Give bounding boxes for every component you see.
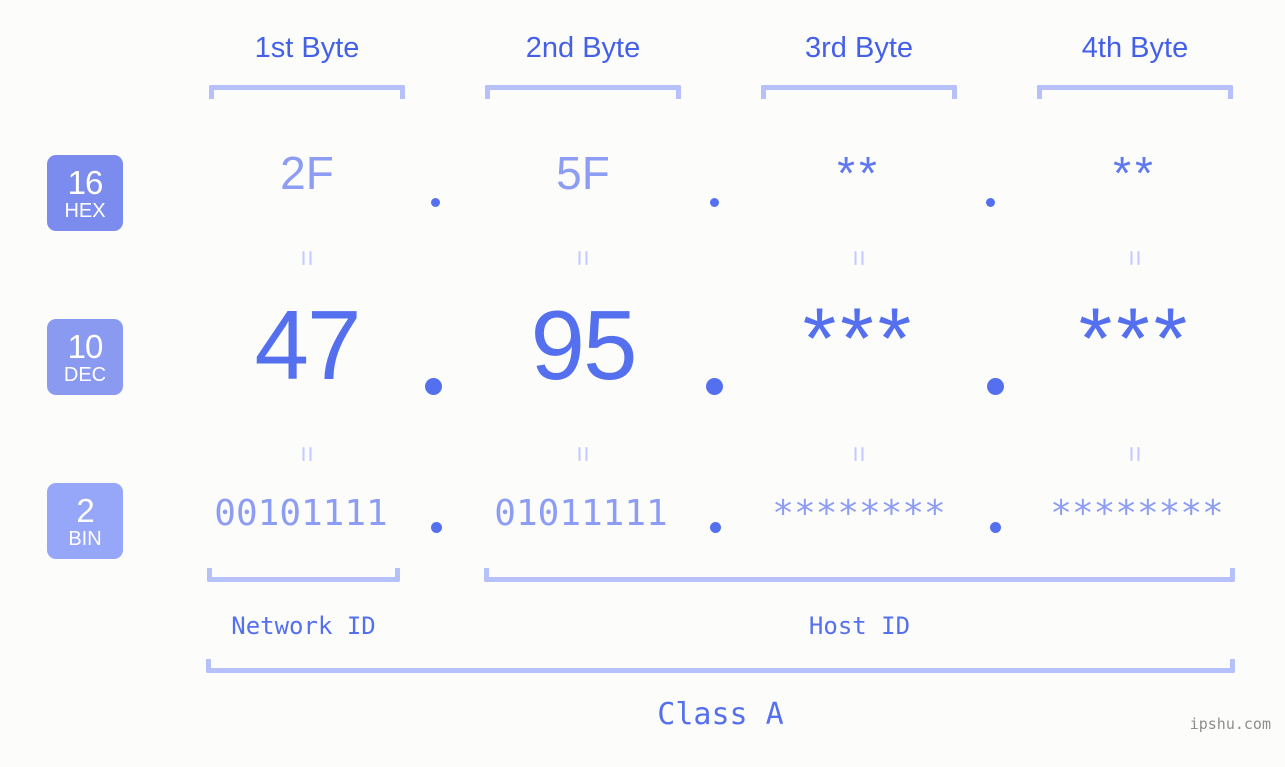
hex-separator-dot-3 bbox=[986, 198, 995, 207]
hex-separator-dot-2 bbox=[710, 198, 719, 207]
equals-connector-hex-dec-2: = bbox=[568, 249, 599, 267]
bin-value-byte-3: ******** bbox=[772, 493, 946, 534]
dec-separator-dot-1 bbox=[425, 378, 442, 395]
dec-separator-dot-3 bbox=[987, 378, 1004, 395]
bin-value-byte-1: 00101111 bbox=[214, 493, 388, 534]
dec-value-byte-1: 47 bbox=[254, 290, 361, 400]
bin-separator-dot-2 bbox=[710, 522, 721, 533]
hex-value-byte-3: ** bbox=[837, 147, 881, 199]
network-id-label: Network ID bbox=[231, 612, 376, 640]
hex-value-byte-2: 5F bbox=[556, 147, 610, 199]
byte-bracket-3 bbox=[761, 85, 957, 99]
base-badge-hex: 16 HEX bbox=[47, 155, 123, 231]
hex-value-byte-4: ** bbox=[1113, 147, 1157, 199]
byte-header-label-4: 4th Byte bbox=[1081, 32, 1189, 64]
base-badge-hex-number: 16 bbox=[67, 163, 104, 201]
byte-header-label-3: 3rd Byte bbox=[805, 32, 913, 64]
byte-bracket-1 bbox=[209, 85, 405, 99]
equals-connector-dec-bin-3: = bbox=[844, 445, 875, 463]
dec-separator-dot-2 bbox=[706, 378, 723, 395]
base-badge-dec-number: 10 bbox=[67, 327, 104, 365]
network-id-bracket bbox=[207, 568, 400, 582]
bin-value-byte-4: ******** bbox=[1050, 493, 1224, 534]
bin-value-byte-2: 01011111 bbox=[494, 493, 668, 534]
dec-value-byte-4: *** bbox=[1078, 291, 1192, 387]
equals-connector-hex-dec-1: = bbox=[292, 249, 323, 267]
byte-bracket-2 bbox=[485, 85, 681, 99]
equals-connector-dec-bin-4: = bbox=[1120, 445, 1151, 463]
dec-value-byte-3: *** bbox=[802, 291, 916, 387]
equals-connector-dec-bin-2: = bbox=[568, 445, 599, 463]
equals-connector-hex-dec-3: = bbox=[844, 249, 875, 267]
base-badge-bin: 2 BIN bbox=[47, 483, 123, 559]
base-badge-hex-name: HEX bbox=[64, 199, 106, 222]
byte-header-label-1: 1st Byte bbox=[254, 32, 360, 64]
host-id-label: Host ID bbox=[808, 612, 911, 640]
hex-separator-dot-1 bbox=[431, 198, 440, 207]
ip-address-breakdown-diagram: 1st Byte 2nd Byte 3rd Byte 4th Byte 16 H… bbox=[0, 0, 1285, 767]
bin-separator-dot-1 bbox=[431, 522, 442, 533]
base-badge-bin-name: BIN bbox=[68, 527, 102, 550]
hex-value-byte-1: 2F bbox=[280, 147, 334, 199]
equals-connector-hex-dec-4: = bbox=[1120, 249, 1151, 267]
base-badge-dec-name: DEC bbox=[63, 363, 107, 386]
equals-connector-dec-bin-1: = bbox=[292, 445, 323, 463]
byte-bracket-4 bbox=[1037, 85, 1233, 99]
bin-separator-dot-3 bbox=[990, 522, 1001, 533]
byte-header-label-2: 2nd Byte bbox=[525, 32, 641, 64]
dec-value-byte-2: 95 bbox=[530, 290, 637, 400]
class-label: Class A bbox=[657, 697, 784, 732]
class-bracket bbox=[206, 659, 1235, 673]
host-id-bracket bbox=[484, 568, 1235, 582]
watermark: ipshu.com bbox=[1189, 715, 1271, 733]
base-badge-bin-number: 2 bbox=[76, 491, 94, 529]
base-badge-dec: 10 DEC bbox=[47, 319, 123, 395]
